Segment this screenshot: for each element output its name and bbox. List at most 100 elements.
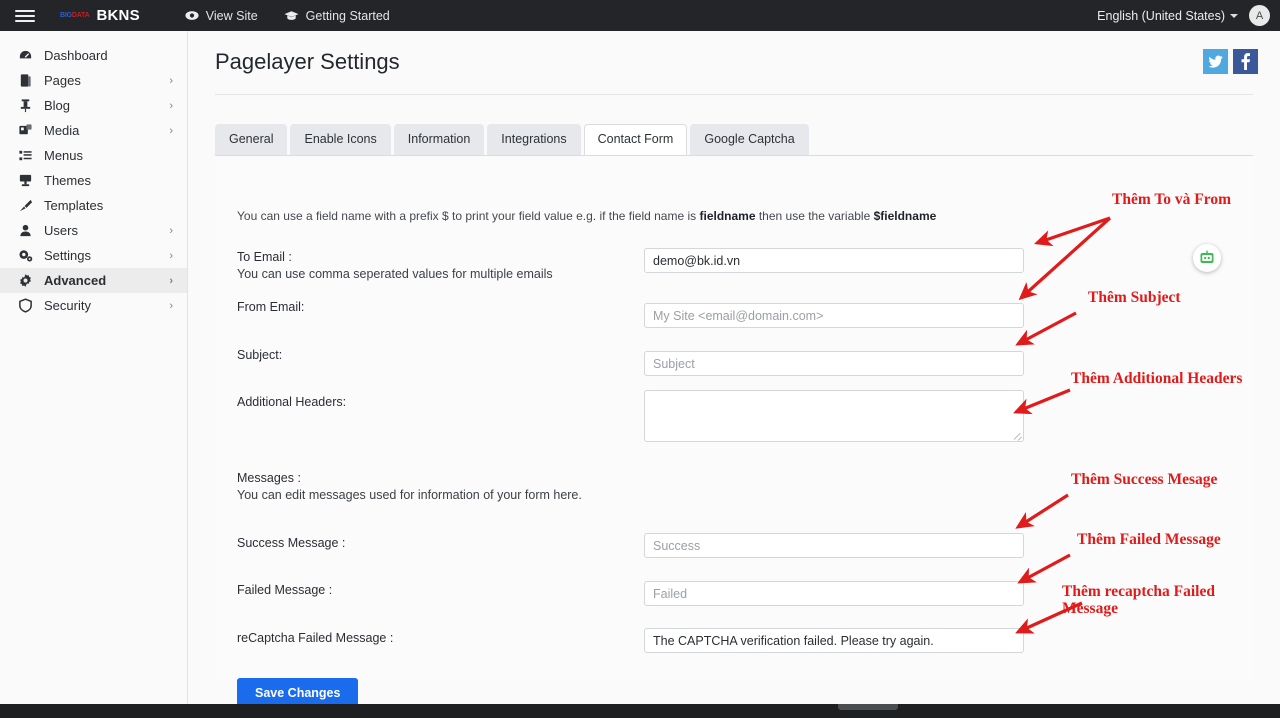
row-from-email: From Email:	[237, 299, 1037, 328]
sidebar-item-themes[interactable]: Themes	[0, 168, 187, 193]
avatar[interactable]: A	[1249, 5, 1270, 26]
tab-google-captcha[interactable]: Google Captcha	[690, 124, 809, 155]
from-email-input[interactable]	[644, 303, 1024, 328]
sidebar-item-dashboard[interactable]: Dashboard	[0, 43, 187, 68]
top-nav-label-view-site: View Site	[205, 8, 258, 23]
sidebar-label-media: Media	[44, 123, 80, 138]
tab-enable-icons[interactable]: Enable Icons	[290, 124, 391, 155]
brand-name: BKNS	[96, 7, 140, 24]
bottom-bar	[0, 704, 1280, 718]
language-label: English (United States)	[1097, 8, 1225, 23]
hint-pre: You can use a field name with a prefix $…	[237, 209, 700, 223]
subject-input[interactable]	[644, 351, 1024, 376]
tab-bar: General Enable Icons Information Integra…	[215, 124, 812, 155]
dashboard-icon	[18, 48, 44, 63]
top-bar-right: English (United States) A	[1097, 5, 1280, 26]
row-subject: Subject:	[237, 347, 1037, 376]
top-nav-label-getting-started: Getting Started	[305, 8, 390, 23]
sidebar-label-blog: Blog	[44, 98, 71, 113]
shield-icon	[18, 298, 44, 313]
top-nav: View Site Getting Started	[185, 9, 390, 23]
sidebar-label-themes: Themes	[44, 173, 91, 188]
top-bar: BIGDATA BKNS View Site Getting Started E…	[0, 0, 1280, 31]
sidebar: Dashboard Pages › Blog › Media › Menus T…	[0, 31, 188, 704]
pages-icon	[18, 73, 44, 88]
tab-information[interactable]: Information	[393, 124, 485, 155]
row-additional-headers: Additional Headers:	[237, 390, 1037, 442]
top-nav-item-getting-started[interactable]: Getting Started	[284, 9, 390, 23]
sidebar-label-users: Users	[44, 223, 78, 238]
logo-text-data: DATA	[71, 12, 90, 19]
sidebar-arrow-pages: ›	[169, 74, 173, 87]
language-selector[interactable]: English (United States)	[1097, 9, 1238, 23]
eye-icon	[185, 10, 199, 21]
label-to-email-main: To Email :	[237, 250, 292, 264]
sidebar-label-settings: Settings	[44, 248, 91, 263]
brush-icon	[18, 198, 44, 213]
row-messages-heading: Messages : You can edit messages used fo…	[237, 470, 1037, 504]
contact-form-panel: You can use a field name with a prefix $…	[215, 155, 1253, 708]
sidebar-item-pages[interactable]: Pages ›	[0, 68, 187, 93]
failed-message-input[interactable]	[644, 581, 1024, 606]
facebook-icon[interactable]	[1233, 49, 1258, 74]
sidebar-label-templates: Templates	[44, 198, 104, 213]
chevron-down-icon	[1230, 14, 1238, 19]
success-message-input[interactable]	[644, 533, 1024, 558]
brand[interactable]: BIGDATA BKNS	[60, 7, 140, 24]
sidebar-arrow-media: ›	[169, 124, 173, 137]
hint-mid: then use the variable	[755, 209, 874, 223]
sidebar-item-media[interactable]: Media ›	[0, 118, 187, 143]
sidebar-arrow-settings: ›	[169, 249, 173, 262]
sidebar-arrow-blog: ›	[169, 99, 173, 112]
row-to-email: To Email : You can use comma seperated v…	[237, 248, 1037, 283]
sidebar-label-security: Security	[44, 298, 91, 313]
label-messages-sub: You can edit messages used for informati…	[237, 488, 582, 502]
logo-text-big: BIG	[60, 12, 72, 19]
gear-icon	[18, 248, 44, 263]
row-success-message: Success Message :	[237, 533, 1037, 558]
bigdata-logo-icon: BIGDATA	[60, 12, 90, 19]
additional-headers-textarea[interactable]	[644, 390, 1024, 442]
tab-general[interactable]: General	[215, 124, 288, 155]
sidebar-item-blog[interactable]: Blog ›	[0, 93, 187, 118]
password-manager-robot-icon[interactable]	[1193, 244, 1221, 272]
row-recaptcha-failed-message: reCaptcha Failed Message :	[237, 628, 1037, 653]
hint-variable: $fieldname	[873, 209, 937, 223]
app-window: BIGDATA BKNS View Site Getting Started E…	[0, 0, 1280, 718]
sidebar-arrow-users: ›	[169, 224, 173, 237]
row-failed-message: Failed Message :	[237, 581, 1037, 606]
sidebar-label-menus: Menus	[44, 148, 84, 163]
sidebar-label-advanced: Advanced	[44, 273, 107, 288]
sidebar-item-users[interactable]: Users ›	[0, 218, 187, 243]
tab-integrations[interactable]: Integrations	[487, 124, 581, 155]
title-divider	[215, 94, 1253, 95]
user-icon	[18, 223, 44, 238]
social-links	[1203, 49, 1258, 74]
sidebar-label-pages: Pages	[44, 73, 81, 88]
pin-icon	[18, 98, 44, 113]
menus-icon	[18, 148, 44, 163]
twitter-icon[interactable]	[1203, 49, 1228, 74]
sidebar-item-security[interactable]: Security ›	[0, 293, 187, 318]
sidebar-item-advanced[interactable]: Advanced ›	[0, 268, 187, 293]
sidebar-item-templates[interactable]: Templates	[0, 193, 187, 218]
graduation-cap-icon	[284, 10, 299, 21]
tab-contact-form[interactable]: Contact Form	[583, 124, 688, 155]
label-messages: Messages : You can edit messages used fo…	[237, 470, 1037, 504]
sidebar-arrow-advanced: ›	[169, 274, 173, 287]
hamburger-menu-icon[interactable]	[0, 9, 50, 22]
top-nav-item-view-site[interactable]: View Site	[185, 9, 258, 23]
field-prefix-hint: You can use a field name with a prefix $…	[237, 209, 936, 223]
hint-fieldname: fieldname	[699, 209, 756, 223]
content-area: Pagelayer Settings General Enable Icons …	[188, 31, 1280, 708]
sidebar-arrow-security: ›	[169, 299, 173, 312]
page-title: Pagelayer Settings	[215, 49, 400, 74]
sidebar-item-menus[interactable]: Menus	[0, 143, 187, 168]
bottom-bar-notch	[838, 704, 898, 710]
recaptcha-failed-message-input[interactable]	[644, 628, 1024, 653]
media-icon	[18, 123, 44, 138]
sidebar-item-settings[interactable]: Settings ›	[0, 243, 187, 268]
cog-icon	[18, 273, 44, 288]
themes-icon	[18, 173, 44, 188]
to-email-input[interactable]	[644, 248, 1024, 273]
